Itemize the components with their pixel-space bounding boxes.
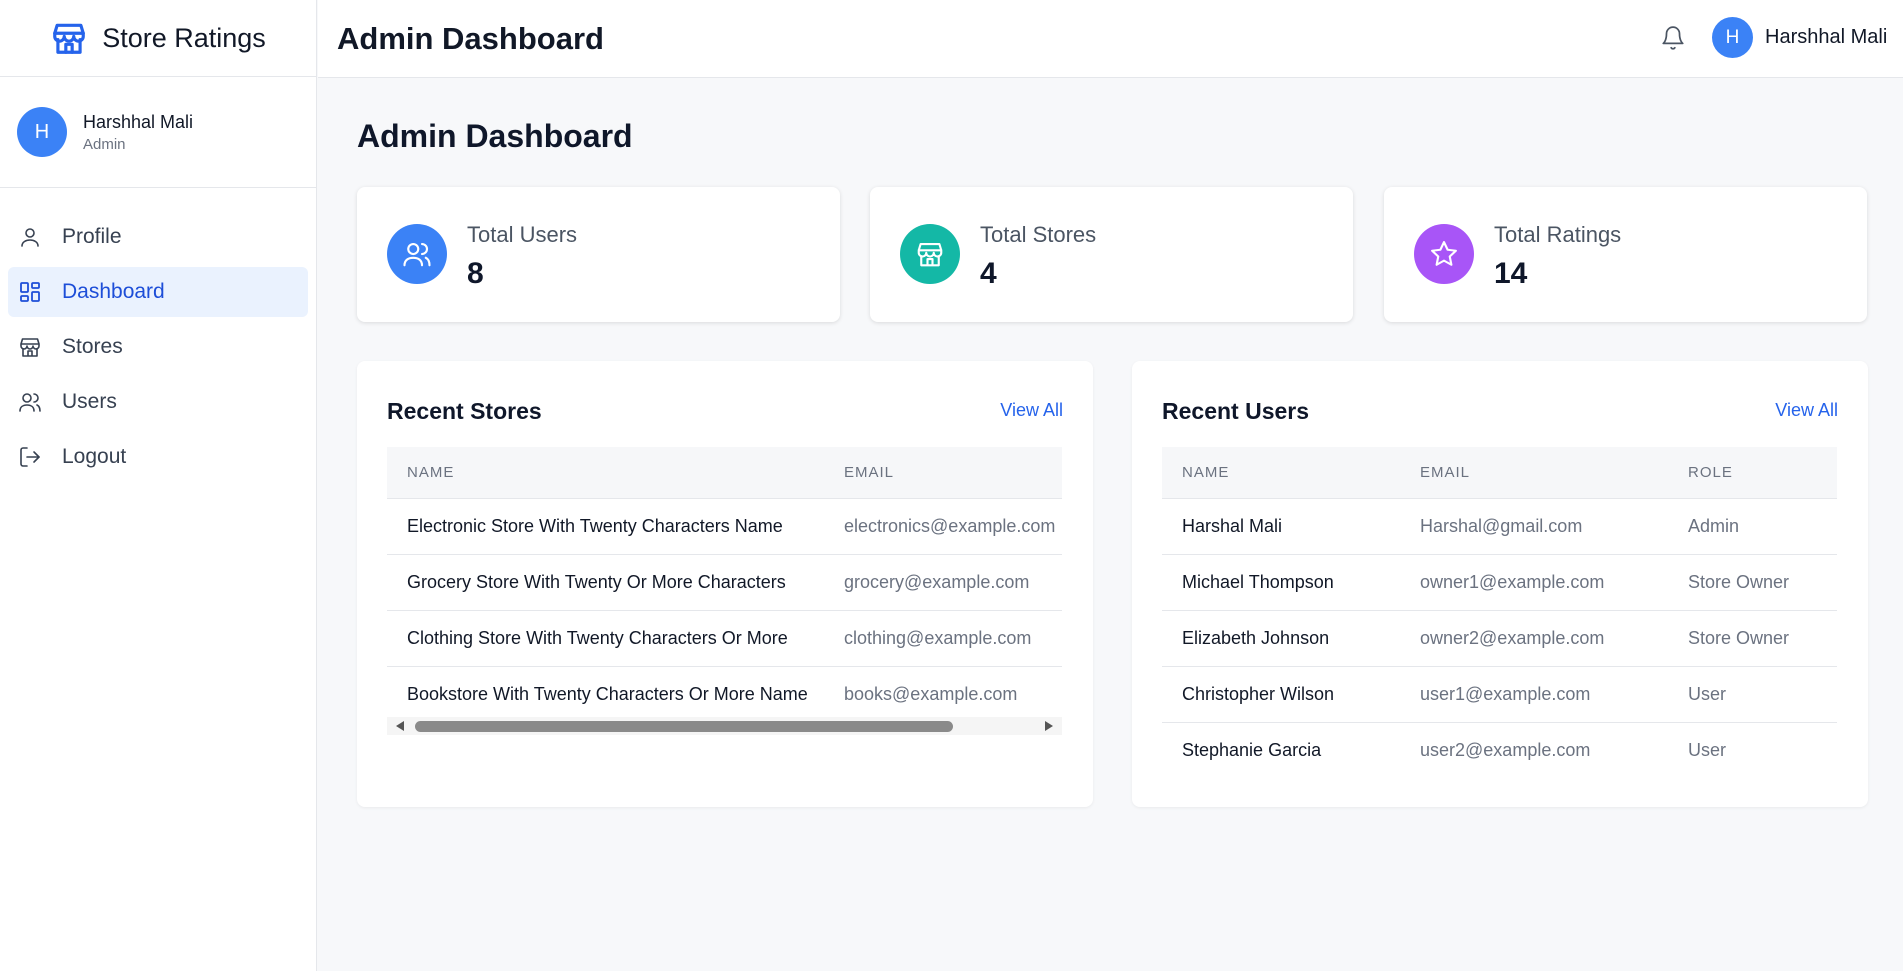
horizontal-scrollbar[interactable]	[387, 717, 1062, 735]
stat-icon-users	[387, 224, 447, 284]
store-email: electronics@example.com	[824, 497, 1062, 554]
brand-title: Store Ratings	[102, 22, 266, 53]
user-role: Store Owner	[1668, 553, 1837, 610]
stat-label: Total Stores	[980, 222, 1097, 247]
store-email: books@example.com	[824, 665, 1062, 722]
column-header: NAME	[387, 447, 824, 498]
store-name: Clothing Store With Twenty Characters Or…	[387, 609, 824, 666]
scrollbar-thumb[interactable]	[415, 721, 953, 732]
stat-value: 4	[980, 257, 997, 290]
table-row[interactable]: Electronic Store With Twenty Characters …	[387, 497, 1062, 554]
top-header: Admin Dashboard H Harshhal Mali	[318, 0, 1903, 78]
table-row[interactable]: Christopher Wilson user1@example.com Use…	[1162, 665, 1837, 722]
avatar: H	[17, 107, 67, 157]
stores-table: NAME EMAIL Electronic Store With Twenty …	[387, 447, 1062, 722]
sidebar-item-users[interactable]: Users	[8, 377, 308, 427]
view-all-stores-link[interactable]: View All	[1000, 400, 1063, 421]
stat-card-stores: Total Stores 4	[870, 187, 1353, 322]
sidebar-item-label: Logout	[62, 445, 127, 468]
user-icon	[21, 228, 39, 247]
column-header: EMAIL	[824, 447, 1062, 498]
table-header-row: NAME EMAIL ROLE	[1162, 447, 1837, 498]
stat-card-users: Total Users 8	[357, 187, 840, 322]
user-name: Christopher Wilson	[1162, 665, 1400, 722]
table-row[interactable]: Elizabeth Johnson owner2@example.com Sto…	[1162, 609, 1837, 666]
sidebar-item-label: Users	[62, 390, 117, 413]
store-icon	[917, 242, 943, 267]
sidebar-item-label: Stores	[62, 335, 123, 358]
user-name: Stephanie Garcia	[1162, 721, 1400, 778]
table-row[interactable]: Stephanie Garcia user2@example.com User	[1162, 721, 1837, 778]
store-icon	[20, 338, 40, 357]
card-title: Recent Stores	[387, 398, 542, 424]
store-name: Grocery Store With Twenty Or More Charac…	[387, 553, 824, 610]
recent-users-card: Recent Users View All NAME EMAIL ROLE Ha…	[1132, 361, 1868, 807]
user-email: Harshal@gmail.com	[1400, 497, 1668, 554]
sidebar-nav: Profile Dashboard Stores Users Logout	[0, 188, 316, 482]
sidebar-user-name: Harshhal Mali	[83, 111, 194, 132]
stat-icon-stores	[900, 224, 960, 284]
page-title: Admin Dashboard	[357, 118, 633, 154]
table-row[interactable]: Clothing Store With Twenty Characters Or…	[387, 609, 1062, 666]
user-email: user1@example.com	[1400, 665, 1668, 722]
users-icon	[19, 393, 41, 412]
sidebar-user-role: Admin	[83, 135, 126, 153]
users-table-wrap: NAME EMAIL ROLE Harshal Mali Harshal@gma…	[1162, 447, 1837, 778]
scroll-left-icon[interactable]	[396, 721, 404, 731]
stat-label: Total Users	[467, 222, 578, 247]
sidebar-item-stores[interactable]: Stores	[8, 322, 308, 372]
sidebar-user: H Harshhal Mali Admin	[0, 77, 316, 188]
table-row[interactable]: Grocery Store With Twenty Or More Charac…	[387, 553, 1062, 610]
sidebar-item-label: Dashboard	[62, 280, 165, 303]
store-email: clothing@example.com	[824, 609, 1062, 666]
table-row[interactable]: Michael Thompson owner1@example.com Stor…	[1162, 553, 1837, 610]
column-header: EMAIL	[1400, 447, 1668, 498]
user-email: owner1@example.com	[1400, 553, 1668, 610]
dashboard-icon	[20, 282, 40, 302]
table-row[interactable]: Bookstore With Twenty Characters Or More…	[387, 665, 1062, 722]
store-name: Bookstore With Twenty Characters Or More…	[387, 665, 824, 722]
user-name: Harshal Mali	[1162, 497, 1400, 554]
scroll-right-icon[interactable]	[1045, 721, 1053, 731]
column-header: NAME	[1162, 447, 1400, 498]
stat-value: 8	[467, 257, 484, 290]
stat-icon-ratings	[1414, 224, 1474, 284]
bell-icon[interactable]	[1660, 24, 1686, 52]
logout-icon	[20, 447, 40, 467]
store-logo-icon	[53, 23, 86, 54]
avatar: H	[1712, 17, 1753, 58]
recent-stores-card: Recent Stores View All NAME EMAIL Electr…	[357, 361, 1093, 807]
store-email: grocery@example.com	[824, 553, 1062, 610]
sidebar-item-dashboard[interactable]: Dashboard	[8, 267, 308, 317]
sidebar-item-profile[interactable]: Profile	[8, 212, 308, 262]
table-header-row: NAME EMAIL	[387, 447, 1062, 498]
user-role: Store Owner	[1668, 609, 1837, 666]
view-all-users-link[interactable]: View All	[1775, 400, 1838, 421]
user-email: user2@example.com	[1400, 721, 1668, 778]
stores-table-wrap: NAME EMAIL Electronic Store With Twenty …	[387, 447, 1062, 722]
stat-card-ratings: Total Ratings 14	[1384, 187, 1867, 322]
user-role: User	[1668, 721, 1837, 778]
header-user-name: Harshhal Mali	[1765, 26, 1888, 48]
user-name: Michael Thompson	[1162, 553, 1400, 610]
column-header: ROLE	[1668, 447, 1837, 498]
user-name: Elizabeth Johnson	[1162, 609, 1400, 666]
sidebar: Store Ratings H Harshhal Mali Admin Prof…	[0, 0, 317, 971]
stat-value: 14	[1494, 257, 1528, 290]
card-title: Recent Users	[1162, 398, 1310, 424]
user-email: owner2@example.com	[1400, 609, 1668, 666]
header-user-menu[interactable]: H Harshhal Mali	[1712, 17, 1887, 58]
brand[interactable]: Store Ratings	[0, 0, 316, 77]
header-title: Admin Dashboard	[337, 20, 604, 56]
table-row[interactable]: Harshal Mali Harshal@gmail.com Admin	[1162, 497, 1837, 554]
sidebar-item-label: Profile	[62, 225, 122, 248]
users-table: NAME EMAIL ROLE Harshal Mali Harshal@gma…	[1162, 447, 1837, 778]
user-role: User	[1668, 665, 1837, 722]
sidebar-item-logout[interactable]: Logout	[8, 432, 308, 482]
users-icon	[403, 242, 431, 267]
stat-label: Total Ratings	[1494, 222, 1622, 247]
star-icon	[1431, 241, 1457, 266]
user-role: Admin	[1668, 497, 1837, 554]
store-name: Electronic Store With Twenty Characters …	[387, 497, 824, 554]
